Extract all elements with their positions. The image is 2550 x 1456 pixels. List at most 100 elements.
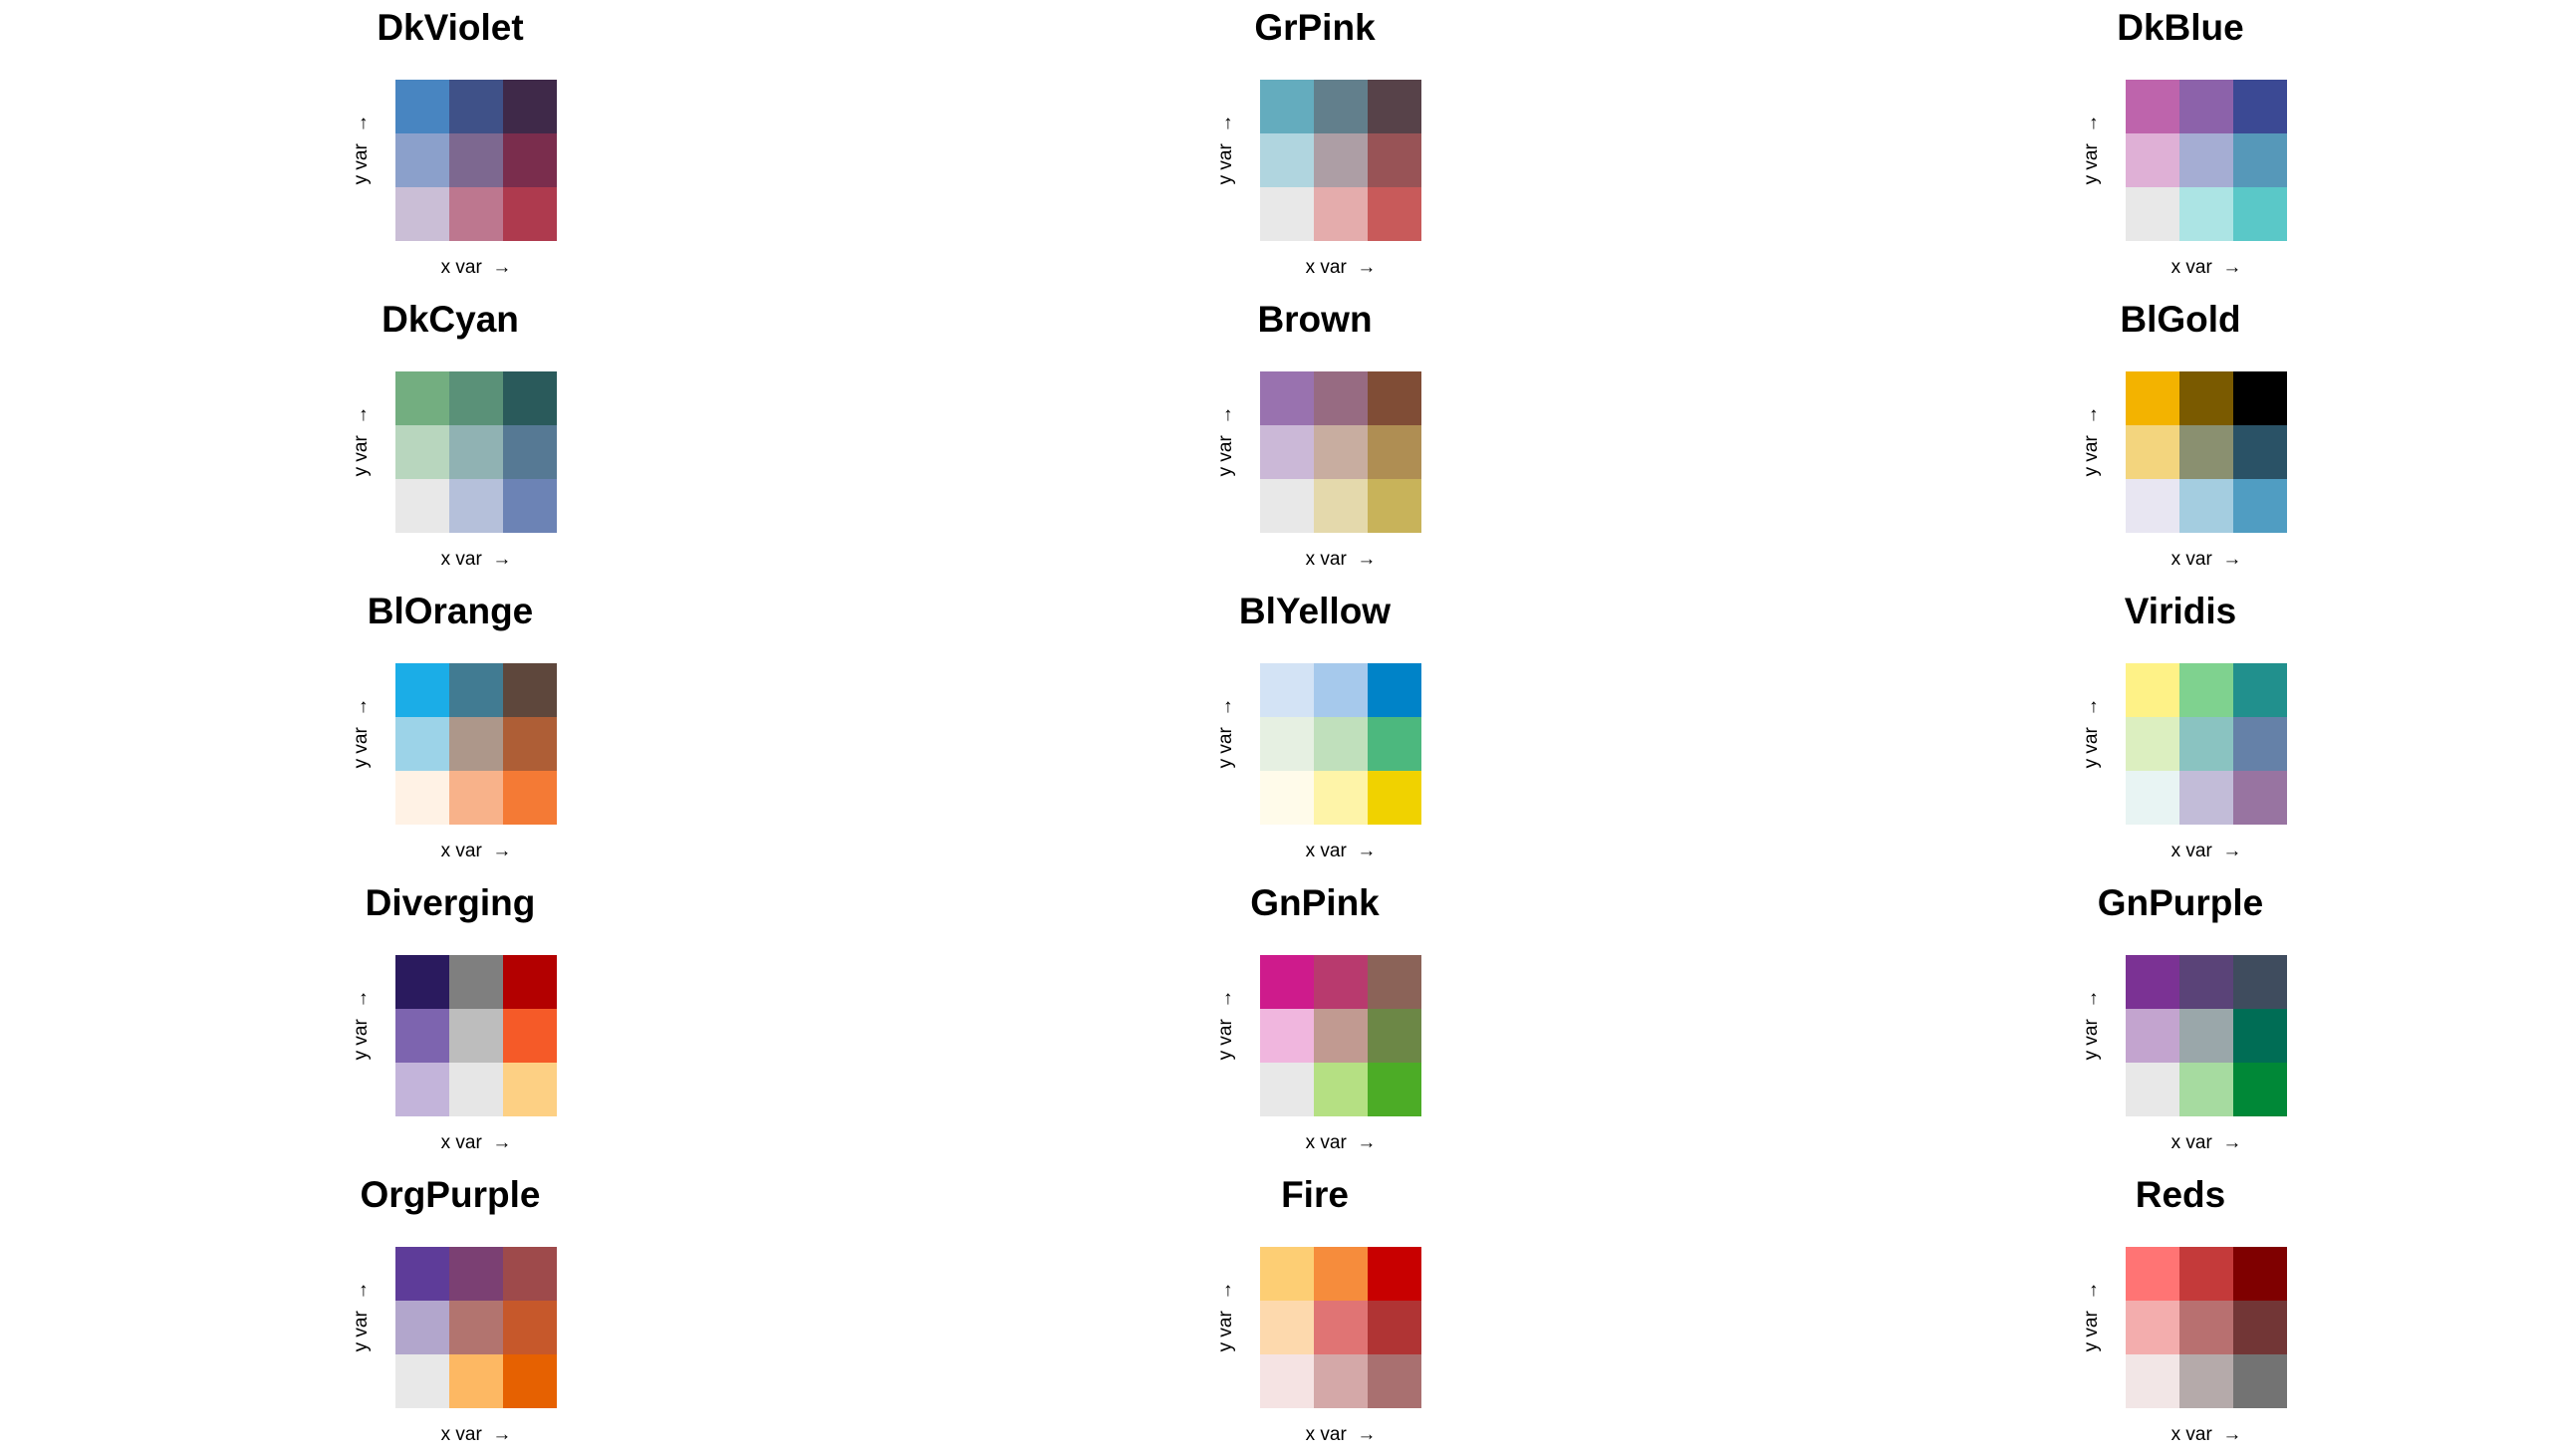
- x-axis-label: x var →: [2170, 257, 2242, 278]
- legend-cell: [2126, 1009, 2179, 1063]
- palette-panel: Fire x var → y var →: [1146, 1167, 1484, 1456]
- legend-cell: [395, 1354, 449, 1408]
- legend-cell: [2179, 1301, 2233, 1354]
- y-axis-label: y var →: [1215, 405, 1236, 477]
- legend-cell: [2126, 717, 2179, 771]
- x-axis-label: x var →: [440, 1424, 512, 1445]
- legend-cell: [1314, 425, 1368, 479]
- legend-cell: [2179, 1247, 2233, 1301]
- legend-cell: [449, 771, 503, 825]
- legend-cell: [2126, 371, 2179, 425]
- y-axis-label: y var →: [351, 697, 372, 769]
- legend-cell: [1368, 479, 1421, 533]
- x-axis-label: x var →: [2170, 1132, 2242, 1153]
- legend-cell: [1368, 133, 1421, 187]
- legend-cell: [449, 133, 503, 187]
- legend-cell: [1260, 1301, 1314, 1354]
- palette-title: Reds: [2135, 1174, 2226, 1215]
- legend-cell: [449, 425, 503, 479]
- legend-cell: [449, 371, 503, 425]
- legend-cell: [2233, 80, 2287, 133]
- legend-cell: [2179, 187, 2233, 241]
- x-axis-label: x var →: [1305, 549, 1377, 570]
- y-axis-label: y var →: [2081, 697, 2102, 769]
- palette-panel: GnPink x var → y var →: [1146, 875, 1484, 1164]
- legend-cell: [449, 1063, 503, 1116]
- y-axis-label: y var →: [1215, 697, 1236, 769]
- legend-cell: [503, 955, 557, 1009]
- legend-cell: [1260, 1247, 1314, 1301]
- legend-cell: [1314, 1354, 1368, 1408]
- palette-title: Viridis: [2124, 591, 2237, 631]
- legend-cell: [2126, 955, 2179, 1009]
- legend-cell: [2233, 955, 2287, 1009]
- palette-title: DkViolet: [377, 7, 524, 48]
- legend-cell: [2126, 1063, 2179, 1116]
- legend-cell: [2179, 479, 2233, 533]
- legend-cell: [2126, 1247, 2179, 1301]
- legend-cell: [1368, 80, 1421, 133]
- palette-panel: DkViolet x var → y var →: [281, 0, 620, 289]
- legend-cell: [503, 1301, 557, 1354]
- legend-cell: [449, 663, 503, 717]
- legend-grid: [1260, 663, 1421, 825]
- x-axis-label: x var →: [1305, 1424, 1377, 1445]
- legend-cell: [2233, 771, 2287, 825]
- legend-cell: [503, 425, 557, 479]
- legend-cell: [503, 1063, 557, 1116]
- palette-panel: GnPurple x var → y var →: [2011, 875, 2350, 1164]
- legend-cell: [1368, 1063, 1421, 1116]
- y-axis-label: y var →: [351, 405, 372, 477]
- palette-title: BlOrange: [367, 591, 534, 631]
- legend-grid: [2126, 371, 2287, 533]
- legend-cell: [449, 955, 503, 1009]
- palette-panel: DkBlue x var → y var →: [2011, 0, 2350, 289]
- legend-cell: [1368, 1301, 1421, 1354]
- y-axis-label: y var →: [351, 1281, 372, 1352]
- x-axis-label: x var →: [440, 549, 512, 570]
- legend-cell: [2233, 1301, 2287, 1354]
- bivariate-palette-figure: DkViolet x var → y var → GrPink x var → y var…: [0, 0, 2550, 1445]
- legend-cell: [503, 1009, 557, 1063]
- legend-cell: [2233, 663, 2287, 717]
- legend-cell: [1260, 371, 1314, 425]
- legend-cell: [1260, 663, 1314, 717]
- legend-cell: [503, 1247, 557, 1301]
- legend-cell: [449, 80, 503, 133]
- y-axis-label: y var →: [1215, 114, 1236, 185]
- legend-cell: [2126, 425, 2179, 479]
- legend-grid: [395, 955, 557, 1116]
- legend-cell: [449, 187, 503, 241]
- legend-cell: [2179, 771, 2233, 825]
- y-axis-label: y var →: [351, 989, 372, 1061]
- legend-cell: [1314, 1009, 1368, 1063]
- legend-cell: [1368, 663, 1421, 717]
- legend-cell: [503, 717, 557, 771]
- palette-panel: GrPink x var → y var →: [1146, 0, 1484, 289]
- palette-panel: DkCyan x var → y var →: [281, 292, 620, 581]
- legend-grid: [1260, 371, 1421, 533]
- legend-cell: [2179, 955, 2233, 1009]
- legend-cell: [449, 479, 503, 533]
- legend-cell: [1368, 425, 1421, 479]
- palette-title: GrPink: [1254, 7, 1376, 48]
- legend-cell: [1260, 133, 1314, 187]
- legend-cell: [2233, 1354, 2287, 1408]
- palette-panel: Diverging x var → y var →: [281, 875, 620, 1164]
- legend-cell: [1368, 717, 1421, 771]
- legend-cell: [2126, 133, 2179, 187]
- legend-cell: [2179, 1063, 2233, 1116]
- legend-cell: [2179, 1009, 2233, 1063]
- x-axis-label: x var →: [440, 841, 512, 861]
- palette-panel: BlYellow x var → y var →: [1146, 584, 1484, 872]
- legend-cell: [503, 133, 557, 187]
- legend-cell: [1314, 187, 1368, 241]
- legend-cell: [2179, 80, 2233, 133]
- y-axis-label: y var →: [2081, 989, 2102, 1061]
- legend-cell: [395, 1009, 449, 1063]
- legend-cell: [395, 1301, 449, 1354]
- legend-cell: [395, 425, 449, 479]
- legend-cell: [503, 187, 557, 241]
- x-axis-label: x var →: [440, 257, 512, 278]
- legend-cell: [395, 80, 449, 133]
